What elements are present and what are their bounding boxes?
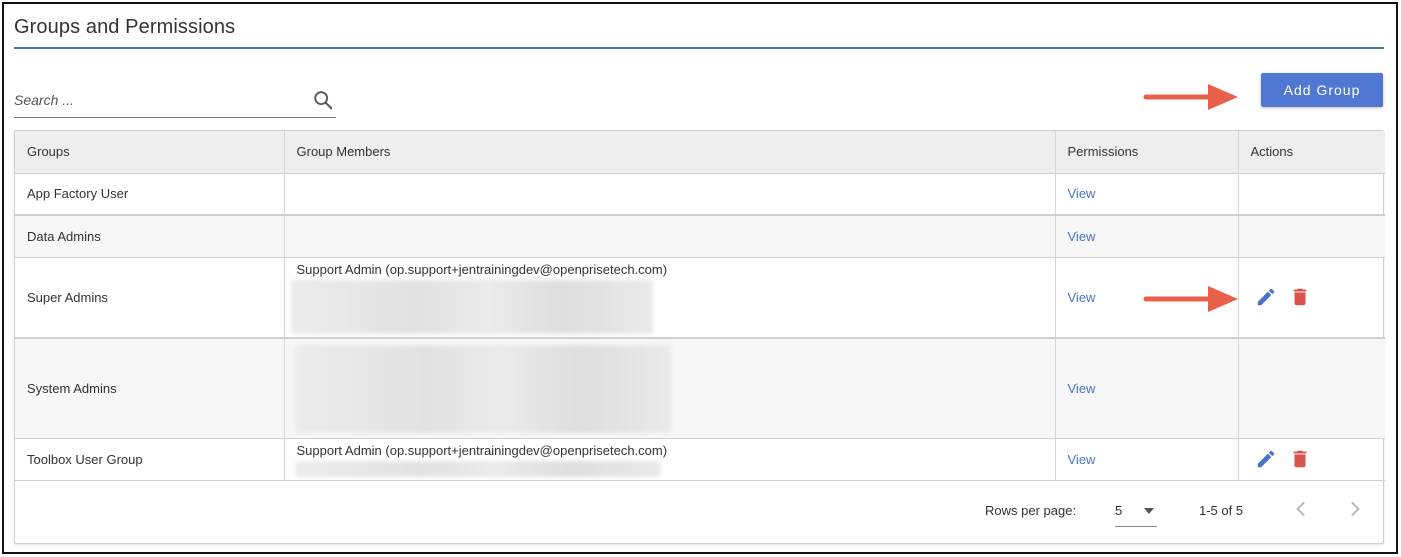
trash-icon[interactable] (1289, 448, 1311, 470)
table-row[interactable]: App Factory User View (15, 173, 1385, 216)
actions-cell (1238, 338, 1385, 439)
arrow-annotation-icon (1143, 286, 1238, 312)
table-pagination: Rows per page: 5 1-5 of 5 (15, 479, 1383, 543)
group-name-cell: Toolbox User Group (15, 438, 285, 481)
header-actions: Actions (1238, 131, 1385, 174)
arrow-annotation-icon (1143, 84, 1238, 110)
rows-per-page-value: 5 (1115, 503, 1123, 518)
pencil-icon[interactable] (1255, 286, 1277, 308)
actions-cell (1238, 257, 1385, 339)
group-name-cell: System Admins (15, 338, 285, 439)
redacted-members (294, 460, 661, 477)
header-groups[interactable]: Groups (15, 131, 285, 174)
view-permissions-link[interactable]: View (1068, 186, 1096, 201)
table-row[interactable]: System Admins View (15, 338, 1385, 439)
group-members-cell (284, 173, 1056, 216)
group-name-cell: Super Admins (15, 257, 285, 339)
title-divider (14, 47, 1384, 49)
table-header-row: Groups Group Members Permissions Actions (15, 131, 1385, 174)
rows-per-page-label: Rows per page: (985, 503, 1077, 518)
search-icon[interactable] (312, 89, 334, 111)
member-entry: Support Admin (op.support+jentrainingdev… (296, 261, 668, 277)
view-permissions-link[interactable]: View (1068, 381, 1096, 396)
actions-cell (1238, 173, 1385, 216)
add-group-button[interactable]: Add Group (1261, 73, 1383, 107)
page-title: Groups and Permissions (14, 16, 236, 38)
group-members-cell (284, 215, 1056, 258)
table-row[interactable]: Data Admins View (15, 215, 1385, 258)
view-permissions-link[interactable]: View (1068, 229, 1096, 244)
header-group-members[interactable]: Group Members (284, 131, 1056, 174)
rows-per-page-select[interactable]: 5 (1115, 495, 1157, 527)
chevron-right-icon[interactable] (1345, 499, 1365, 519)
search-input[interactable] (14, 88, 304, 112)
table-row[interactable]: Toolbox User Group Support Admin (op.sup… (15, 438, 1385, 481)
redacted-members (290, 279, 653, 334)
view-permissions-link[interactable]: View (1068, 290, 1096, 305)
redacted-members (294, 345, 671, 433)
group-members-cell: Support Admin (op.support+jentrainingdev… (284, 257, 1056, 339)
view-permissions-link[interactable]: View (1068, 452, 1096, 467)
actions-cell (1238, 215, 1385, 258)
trash-icon[interactable] (1289, 286, 1311, 308)
caret-down-icon (1144, 508, 1154, 514)
chevron-left-icon[interactable] (1291, 499, 1311, 519)
group-name-cell: App Factory User (15, 173, 285, 216)
group-members-cell (284, 338, 1056, 439)
group-members-cell: Support Admin (op.support+jentrainingdev… (284, 438, 1056, 481)
member-entry: Support Admin (op.support+jentrainingdev… (296, 442, 668, 458)
group-name-cell: Data Admins (15, 215, 285, 258)
pencil-icon[interactable] (1255, 448, 1277, 470)
header-permissions[interactable]: Permissions (1055, 131, 1239, 174)
app-frame: Groups and Permissions Add Group Groups … (2, 2, 1398, 554)
groups-table-card: Groups Group Members Permissions Actions… (14, 130, 1385, 544)
search-field[interactable] (14, 84, 336, 118)
pagination-range: 1-5 of 5 (1199, 503, 1244, 518)
actions-cell (1238, 438, 1385, 481)
